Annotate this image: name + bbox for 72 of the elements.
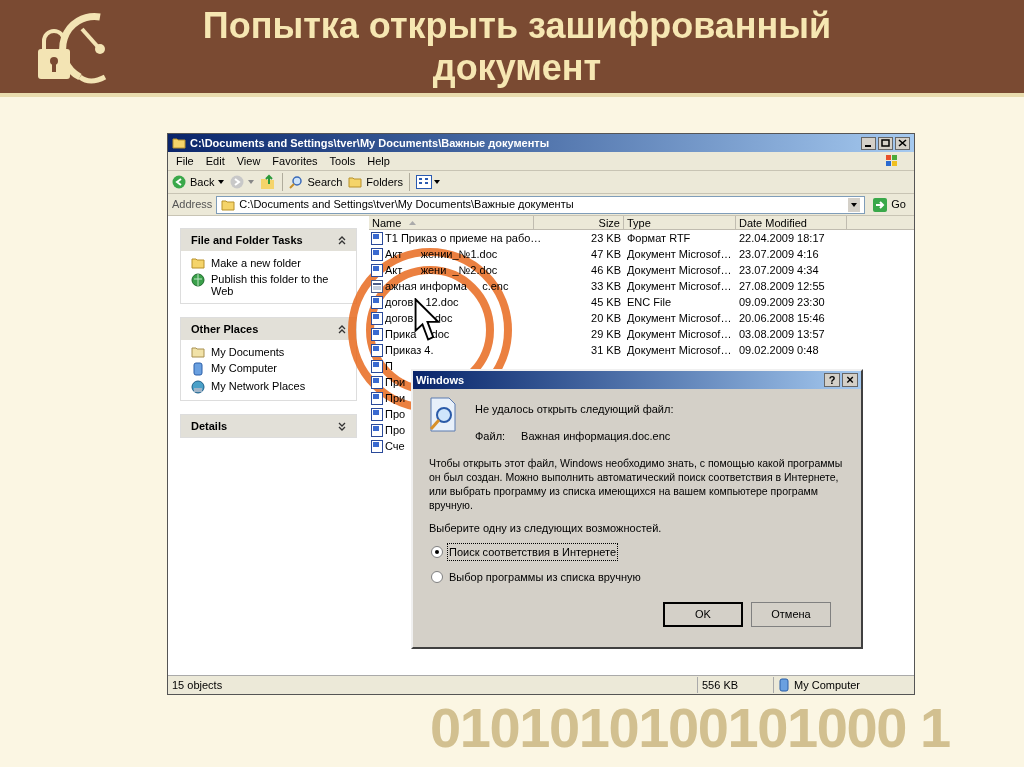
panel-link[interactable]: My Computer <box>211 362 278 374</box>
file-size-cell-text: 45 KB <box>590 294 622 310</box>
file-name[interactable]: Приказ 4. <box>385 341 434 359</box>
date-modified-cell-text: 09.09.2009 23:30 <box>738 294 826 310</box>
dialog-prompt: Выберите одну из следующих возможностей. <box>428 521 663 536</box>
date-modified-cell-text: 20.06.2008 15:46 <box>738 310 826 326</box>
file-type-cell-text: Документ Microsof… <box>626 326 733 342</box>
menu-item[interactable]: Tools <box>329 152 356 170</box>
file-label: Файл: <box>475 428 506 444</box>
folders-button[interactable]: Folders <box>348 173 403 191</box>
radio-option[interactable]: Поиск соответствия в Интернете <box>431 542 843 561</box>
address-label: Address <box>172 197 213 213</box>
file-type-cell-text: ENC File <box>626 294 672 310</box>
dialog-message: Чтобы открыть этот файл, Windows необходимо знать, с помощью какой программы он был создан. Можно выполнить автоматический поиск соответствия в Интернете, или выбрать программу из списка имеющихся на вашем компьютере программ вручную. <box>428 456 844 512</box>
decoration-digits: 0101010100101000 1 <box>430 698 950 758</box>
menu-item[interactable]: Edit <box>205 152 225 170</box>
file-type-cell-text: Документ Microsof… <box>626 310 733 326</box>
file-size-cell-text: 29 KB <box>590 326 622 342</box>
back-button[interactable]: Back <box>172 173 225 191</box>
search-button[interactable]: Search <box>289 173 343 191</box>
panel-link[interactable]: Make a new folder <box>211 257 301 269</box>
date-modified-cell-text: 23.07.2009 4:34 <box>738 262 820 278</box>
column-header[interactable]: Type <box>624 216 736 229</box>
go-button[interactable]: Go <box>869 196 910 213</box>
file-name[interactable]: Т1 Приказ о приеме на рабо… <box>385 229 542 247</box>
date-modified-cell-text: 09.02.2009 0:48 <box>738 342 820 358</box>
file-type-cell-text: Документ Microsof… <box>626 342 733 358</box>
file-type-cell-text: Документ Microsof… <box>626 278 733 294</box>
file-size-cell-text: 20 KB <box>590 310 622 326</box>
panel-link[interactable]: Publish this folder to the Web <box>211 273 346 297</box>
file-name: Важная информация.doc.enc <box>521 428 671 444</box>
panel-header[interactable]: File and Folder Tasks <box>181 229 356 251</box>
file-name[interactable]: догов 12.doc <box>385 293 459 311</box>
radio-option[interactable]: Выбор программы из списка вручную <box>431 569 843 586</box>
panel-link[interactable]: My Network Places <box>211 380 306 392</box>
date-modified-cell-text: 27.08.2009 12:55 <box>738 278 826 294</box>
ok-button[interactable]: OK <box>663 602 743 627</box>
date-modified-cell-text: 22.04.2009 18:17 <box>738 230 826 246</box>
menu-item[interactable]: Help <box>367 152 390 170</box>
column-header[interactable]: Size <box>534 216 624 229</box>
total-size: 556 KB <box>697 676 773 694</box>
date-modified-cell-text: 23.07.2009 4:16 <box>738 246 820 262</box>
cancel-button[interactable]: Отмена <box>751 602 831 627</box>
panel-header[interactable]: Details <box>181 415 356 437</box>
file-type-cell-text: Формат RTF <box>626 230 692 246</box>
slide-title: Попытка открыть зашифрованный документ <box>201 4 833 89</box>
file-type-cell-text: Документ Microsof… <box>626 246 733 262</box>
dialog-title: Windows <box>416 372 465 388</box>
file-name[interactable]: При <box>385 389 406 407</box>
file-size-cell-text: 33 KB <box>590 278 622 294</box>
file-type-cell-text: Документ Microsof… <box>626 262 733 278</box>
window-title: C:\Documents and Settings\tver\My Documents\Важные документы <box>190 135 550 151</box>
file-size-cell-text: 31 KB <box>590 342 622 358</box>
zone-label: My Computer <box>794 677 861 693</box>
column-header[interactable]: Name <box>369 216 534 229</box>
address-field[interactable]: C:\Documents and Settings\tver\My Documents\Важные документы <box>216 195 866 214</box>
file-name[interactable]: П <box>385 357 393 375</box>
dialog-heading: Не удалось открыть следующий файл: <box>475 402 674 417</box>
object-count: 15 objects <box>171 677 224 693</box>
help-button[interactable]: ? <box>824 373 840 387</box>
menu-item[interactable]: View <box>236 152 261 170</box>
close-button[interactable]: × <box>842 373 858 387</box>
column-header[interactable]: Date Modified <box>736 216 847 229</box>
file-name[interactable]: Про <box>385 421 406 439</box>
file-name[interactable]: Сче <box>385 437 405 455</box>
menu-item[interactable]: File <box>176 152 194 170</box>
file-name[interactable]: Про <box>385 405 406 423</box>
file-size-cell-text: 47 KB <box>590 246 622 262</box>
menu-item[interactable]: Favorites <box>272 152 318 170</box>
date-modified-cell-text: 03.08.2009 13:57 <box>738 326 826 342</box>
panel-link[interactable]: My Documents <box>211 346 285 358</box>
file-size-cell-text: 46 KB <box>590 262 622 278</box>
